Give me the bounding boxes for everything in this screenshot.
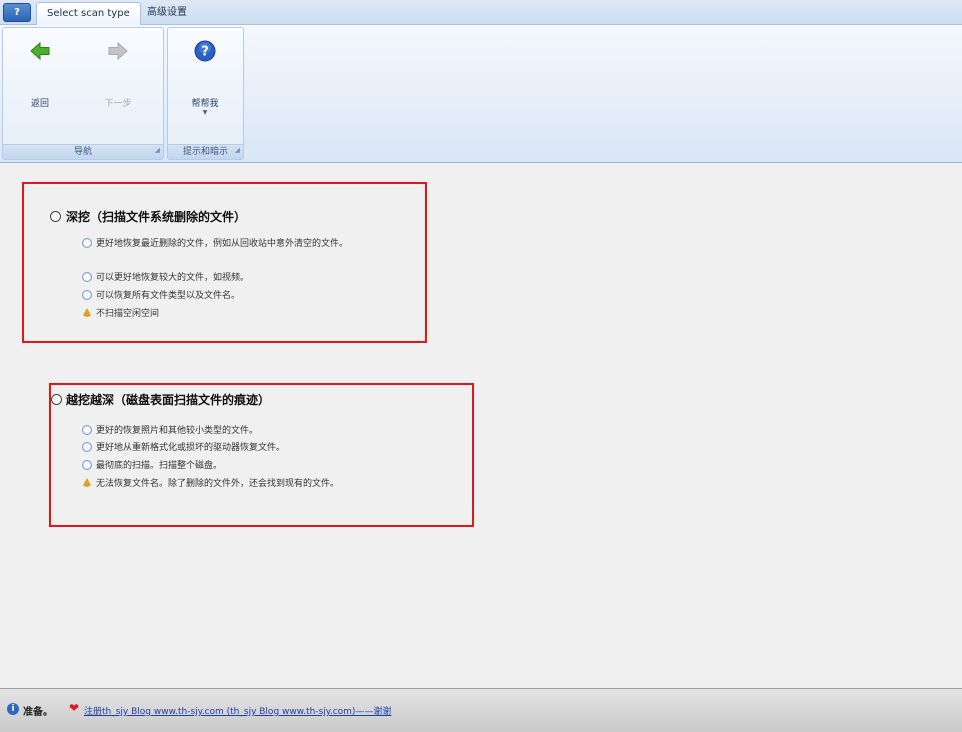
ribbon-group-tips-label: 提示和暗示 ◢ [168, 144, 243, 159]
list-item-text: 更好的恢复照片和其他较小类型的文件。 [96, 426, 259, 436]
svg-text:?: ? [201, 45, 209, 60]
ribbon-group-navigation-label: 导航 ◢ [3, 144, 163, 159]
deep-scan-title[interactable]: 深挖（扫描文件系统删除的文件） [66, 208, 246, 225]
tips-group-title: 提示和暗示 [182, 147, 228, 157]
navigation-group-title: 导航 [73, 147, 92, 157]
status-bar: i 准备。 ❤ 注册th_sjy Blog www.th-sjy.com (th… [0, 688, 962, 732]
app-menu-button[interactable]: ? [3, 3, 31, 22]
dialog-launcher-icon[interactable]: ◢ [235, 143, 240, 157]
list-item-text: 可以更好地恢复较大的文件，如视频。 [96, 273, 250, 283]
dialog-launcher-icon[interactable]: ◢ [155, 143, 160, 157]
info-icon [82, 290, 92, 300]
ribbon-tab-bar: ? Select scan type 高级设置 [0, 0, 962, 25]
deeper-scan-title[interactable]: 越挖越深（磁盘表面扫描文件的痕迹） [66, 391, 270, 408]
arrow-left-icon [30, 41, 50, 61]
help-me-label: 帮帮我 [191, 99, 219, 109]
info-icon [82, 272, 92, 282]
heart-icon: ❤ [69, 701, 80, 715]
list-item-text: 无法恢复文件名。除了删除的文件外，还会找到现有的文件。 [96, 479, 340, 489]
deep-scan-radio[interactable] [50, 211, 61, 222]
info-icon [82, 425, 92, 435]
arrow-right-icon [108, 41, 128, 61]
ribbon-group-tips: ? 帮帮我 ▼ 提示和暗示 ◢ [167, 27, 244, 160]
list-item-text: 更好地从重新格式化或损坏的驱动器恢复文件。 [96, 443, 286, 453]
tab-advanced-settings[interactable]: 高级设置 [137, 2, 197, 24]
info-icon: i [7, 703, 19, 715]
help-icon: ? [194, 40, 216, 62]
ribbon-panel: 返回 下一步 导航 ◢ ? 帮帮我 ▼ 提示和暗示 ◢ [0, 25, 962, 163]
next-label: 下一步 [104, 99, 132, 109]
warning-icon [82, 308, 92, 317]
list-item-text: 不扫描空闲空间 [96, 309, 160, 319]
warning-icon [82, 478, 92, 487]
tab-select-scan-type[interactable]: Select scan type [36, 2, 141, 25]
back-label: 返回 [30, 99, 49, 109]
highlight-box-deep-scan [22, 182, 427, 343]
list-item-text: 更好地恢复最近删除的文件，例如从回收站中意外清空的文件。 [96, 239, 349, 249]
info-icon [82, 238, 92, 248]
help-me-button[interactable]: ? 帮帮我 ▼ [180, 38, 230, 118]
chevron-down-icon: ▼ [202, 109, 208, 116]
info-icon [82, 442, 92, 452]
info-icon [82, 460, 92, 470]
ribbon-group-navigation: 返回 下一步 导航 ◢ [2, 27, 164, 160]
status-text: 准备。 [23, 707, 53, 718]
deeper-scan-radio[interactable] [51, 394, 62, 405]
back-button[interactable]: 返回 [15, 38, 65, 118]
next-button[interactable]: 下一步 [93, 38, 143, 118]
register-link[interactable]: 注册th_sjy Blog www.th-sjy.com (th_sjy Blo… [84, 704, 391, 717]
list-item-text: 可以恢复所有文件类型以及文件名。 [96, 291, 241, 301]
list-item-text: 最彻底的扫描。扫描整个磁盘。 [96, 461, 223, 471]
